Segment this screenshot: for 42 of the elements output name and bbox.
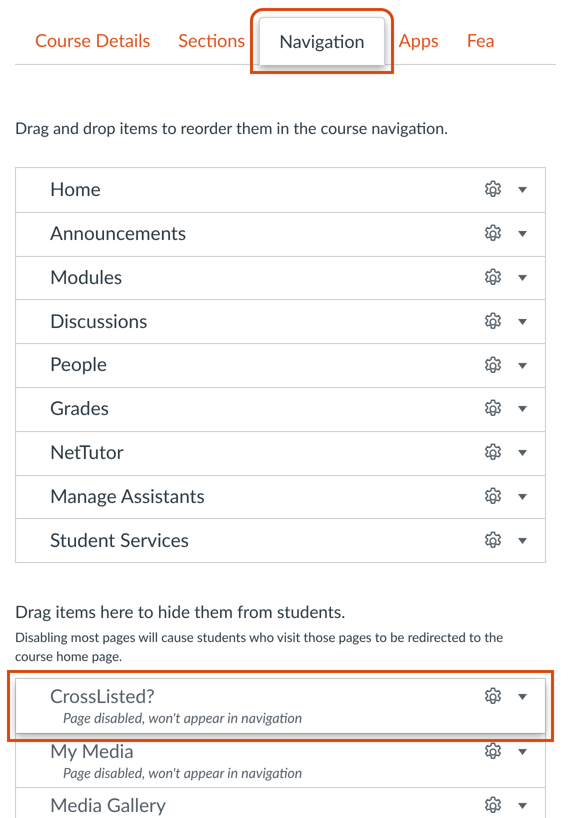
navigation-item[interactable]: Manage Assistants [16, 474, 545, 518]
item-label: Home [50, 176, 102, 203]
navigation-item[interactable]: People [16, 343, 545, 387]
item-label: My Media [50, 740, 135, 764]
navigation-item[interactable]: Grades [16, 386, 545, 431]
status-text: Page disabled, won't appear in navigation [62, 708, 304, 727]
item-label: Grades [50, 396, 110, 422]
status-text: Page disabled, won't appear in navigation [62, 764, 304, 782]
item-label: Modules [50, 264, 124, 291]
navigation-item[interactable]: Home [16, 168, 545, 212]
navigation-item[interactable]: Announcements [16, 212, 545, 256]
tab[interactable]: Course Details [21, 17, 164, 64]
caret-icon[interactable] [518, 406, 527, 412]
caret-icon[interactable] [518, 748, 527, 755]
caret-icon[interactable] [518, 318, 527, 325]
item-label: CrossListed? [50, 684, 156, 709]
tab[interactable]: Apps [384, 17, 453, 64]
caret-icon[interactable] [518, 538, 527, 544]
caret-icon[interactable] [518, 231, 527, 238]
caret-icon[interactable] [518, 362, 527, 369]
caret-icon[interactable] [518, 802, 527, 809]
item-label: Manage Assistants [50, 484, 206, 510]
note-text: Disabling most pages will cause students who visit those pages to be redirected to the course home page. [15, 628, 504, 666]
hide-instructions-text: Drag items here to hide them from students. [15, 600, 346, 624]
navigation-item[interactable]: Discussions [16, 299, 545, 344]
caret-icon[interactable] [518, 186, 527, 193]
navigation-item[interactable]: Modules [16, 256, 545, 300]
tab[interactable]: Sections [164, 17, 260, 64]
caret-icon[interactable] [518, 450, 527, 456]
item-label: People [50, 352, 108, 378]
tab[interactable]: Fea [452, 17, 509, 64]
instructions-text: Drag and drop items to reorder them in the course navigation. [15, 118, 449, 140]
caret-icon[interactable] [518, 274, 527, 281]
item-label: Media Gallery [50, 794, 167, 818]
navigation-item[interactable]: Student Services [16, 518, 545, 562]
caret-icon[interactable] [518, 494, 527, 500]
item-label: Student Services [50, 528, 190, 554]
navigation-item[interactable]: NetTutor [16, 430, 545, 475]
item-label: NetTutor [50, 440, 125, 466]
caret-icon[interactable] [518, 694, 527, 700]
item-label: Announcements [50, 220, 188, 247]
item-label: Discussions [50, 308, 148, 335]
